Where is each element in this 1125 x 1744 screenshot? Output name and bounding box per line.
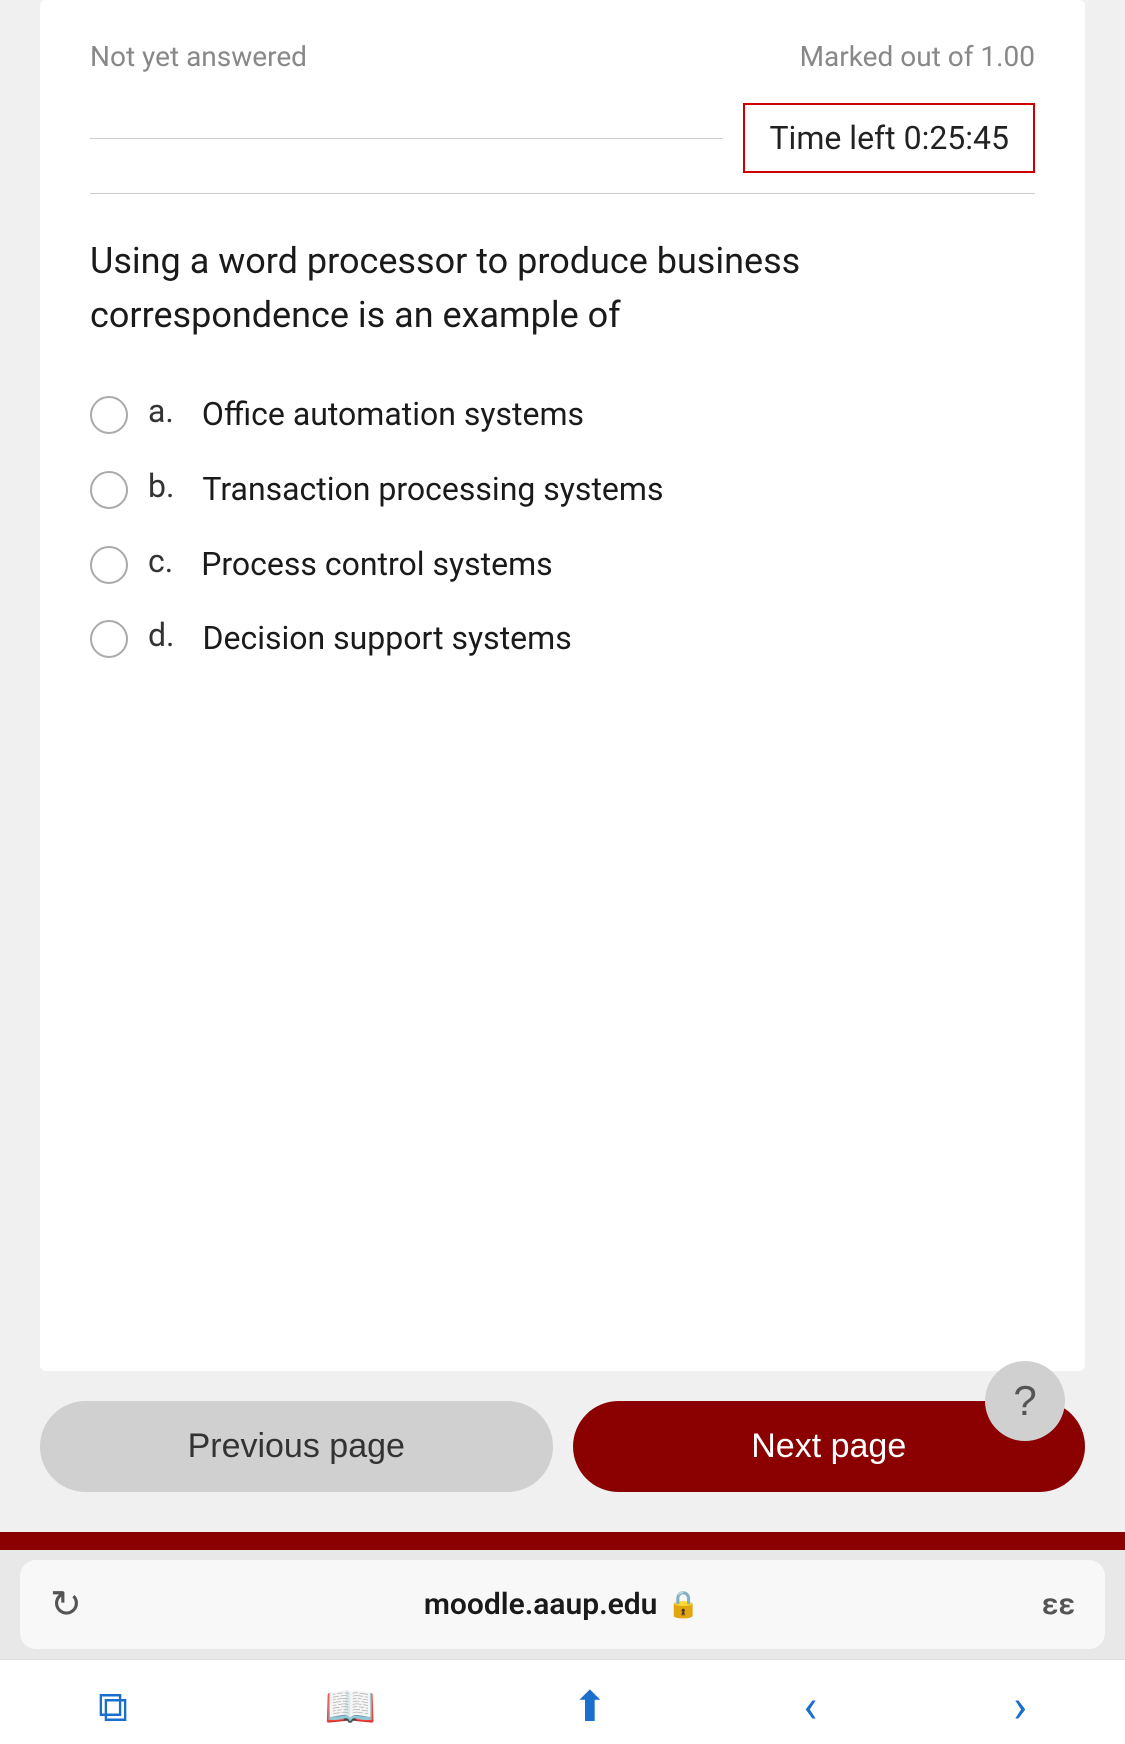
question-text: Using a word processor to produce busine… [90, 234, 1035, 342]
option-c-text: Process control systems [201, 542, 552, 587]
nav-buttons: Previous page Next page [40, 1401, 1085, 1492]
url-text[interactable]: moodle.aaup.edu [424, 1587, 658, 1622]
question-card: Not yet answered Marked out of 1.00 Time… [40, 0, 1085, 1371]
share-icon[interactable]: ⬆ [572, 1682, 607, 1732]
prev-page-button[interactable]: Previous page [40, 1401, 553, 1492]
book-icon[interactable]: 📖 [324, 1683, 376, 1732]
option-a[interactable]: a. Office automation systems [90, 392, 1035, 437]
marks-label: Marked out of 1.00 [800, 40, 1035, 73]
option-b-text: Transaction processing systems [202, 467, 663, 512]
answer-status: Not yet answered [90, 40, 307, 73]
text-size-control[interactable]: εε [1042, 1587, 1075, 1622]
radio-b[interactable] [90, 471, 128, 509]
system-nav: ⧉ 📖 ⬆ ‹ › [0, 1659, 1125, 1744]
option-c[interactable]: c. Process control systems [90, 542, 1035, 587]
browser-bar: ↻ moodle.aaup.edu 🔒 εε [20, 1560, 1105, 1649]
option-c-letter: c. [148, 542, 173, 580]
back-icon[interactable]: ‹ [803, 1680, 817, 1734]
reload-icon[interactable]: ↻ [50, 1582, 82, 1627]
time-left-box: Time left 0:25:45 [743, 103, 1035, 173]
option-d[interactable]: d. Decision support systems [90, 616, 1035, 661]
option-a-text: Office automation systems [202, 392, 584, 437]
forward-icon[interactable]: › [1013, 1680, 1027, 1734]
timer-row: Time left 0:25:45 [90, 103, 1035, 194]
option-d-text: Decision support systems [202, 616, 571, 661]
radio-a[interactable] [90, 396, 128, 434]
radio-c[interactable] [90, 546, 128, 584]
option-b-letter: b. [148, 467, 174, 505]
help-button[interactable]: ? [985, 1361, 1065, 1441]
options-list: a. Office automation systems b. Transact… [90, 392, 1035, 661]
question-meta: Not yet answered Marked out of 1.00 [90, 40, 1035, 73]
option-d-letter: d. [148, 616, 174, 654]
option-a-letter: a. [148, 392, 174, 430]
dark-stripe [0, 1532, 1125, 1550]
copy-icon[interactable]: ⧉ [98, 1683, 128, 1732]
browser-url: moodle.aaup.edu 🔒 [424, 1587, 700, 1622]
navigation-area: ? Previous page Next page [0, 1391, 1125, 1512]
option-b[interactable]: b. Transaction processing systems [90, 467, 1035, 512]
radio-d[interactable] [90, 620, 128, 658]
lock-icon: 🔒 [667, 1590, 699, 1620]
divider [90, 138, 723, 139]
